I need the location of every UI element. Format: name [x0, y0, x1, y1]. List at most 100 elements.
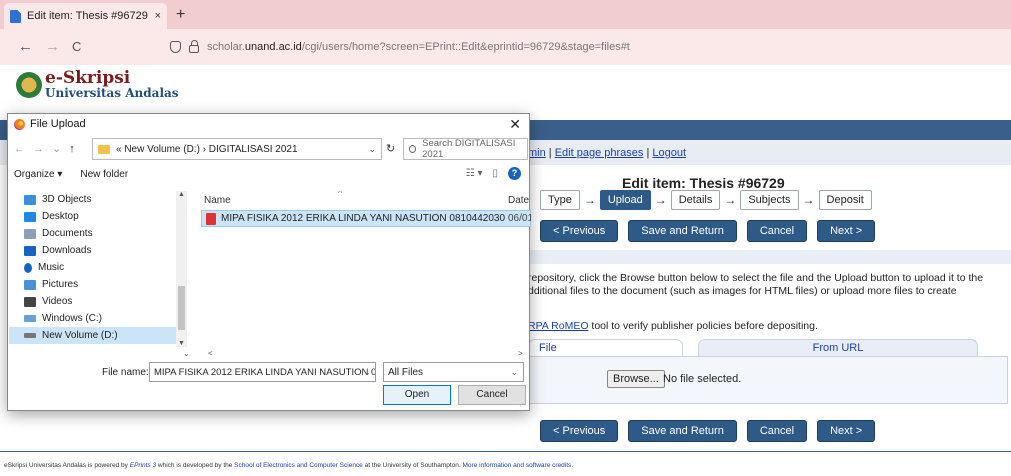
next-button[interactable]: Next > [817, 220, 876, 242]
new-tab-button[interactable]: + [176, 6, 185, 24]
sherpa-romeo-link[interactable]: RPA RoMEO [528, 320, 589, 332]
up-arrow-icon[interactable]: ↑ [69, 143, 75, 155]
next-button[interactable]: Next > [817, 420, 876, 442]
recent-locations-icon[interactable]: ⌄ [52, 142, 61, 155]
previous-button[interactable]: < Previous [540, 220, 619, 242]
back-arrow-icon[interactable]: ← [14, 143, 25, 155]
search-input[interactable]: Search DIGITALISASI 2021 [403, 138, 528, 160]
nav-pane-scrollbar[interactable]: ▲ ▼ [176, 191, 187, 347]
file-upload-dialog: File Upload ✕ ← → ⌄ ↑ « New Volume (D:) … [7, 113, 531, 411]
stage-details[interactable]: Details [670, 190, 721, 210]
save-and-return-button[interactable]: Save and Return [628, 220, 737, 242]
cancel-button[interactable]: Cancel [746, 220, 808, 242]
filename-label: File name: [102, 367, 149, 378]
music-icon [24, 262, 32, 273]
nav-item-3d-objects[interactable]: 3D Objects [9, 191, 187, 208]
lock-icon[interactable] [189, 40, 199, 53]
file-upload-panel: Browse... No file selected. [528, 356, 1008, 404]
open-button[interactable]: Open [383, 385, 451, 405]
path-bar[interactable]: « New Volume (D:) › DIGITALISASI 2021 ⌄ [92, 138, 382, 160]
logo-title: e-Skripsi [45, 68, 131, 88]
filename-input[interactable]: MIPA FISIKA 2012 ERIKA LINDA YANI NASUTI… [149, 362, 376, 382]
address-bar[interactable]: scholar.unand.ac.id/cgi/users/home?scree… [170, 33, 1005, 61]
nav-item-new-volume-d[interactable]: New Volume (D:) [9, 327, 187, 344]
footer-divider [0, 451, 1011, 452]
logo-subtitle: Universitas Andalas [45, 86, 179, 100]
stage-deposit[interactable]: Deposit [818, 190, 872, 210]
scroll-up-icon[interactable]: ▲ [178, 191, 185, 198]
preview-pane-icon[interactable]: ▯ [492, 168, 498, 179]
column-date-modified[interactable]: Date m [508, 195, 531, 206]
path-text: « New Volume (D:) › DIGITALISASI 2021 [116, 143, 298, 155]
scroll-right-icon[interactable]: > [518, 349, 523, 358]
shield-icon[interactable] [170, 41, 181, 53]
forward-arrow-icon[interactable]: → [33, 143, 44, 155]
scroll-left-icon[interactable]: < [208, 349, 213, 358]
file-row[interactable]: MIPA FISIKA 2012 ERIKA LINDA YANI NASUTI… [201, 210, 531, 227]
arrow-right-icon: → [654, 193, 667, 207]
reload-icon[interactable]: C [72, 39, 81, 54]
dialog-cancel-button[interactable]: Cancel [458, 385, 526, 405]
scrollbar-thumb[interactable] [178, 286, 185, 330]
sort-ascending-icon: ^ [338, 191, 343, 198]
nav-item-documents[interactable]: Documents [9, 225, 187, 242]
stage-type[interactable]: Type [540, 190, 580, 210]
refresh-icon[interactable]: ↻ [386, 142, 395, 155]
ecs-link[interactable]: School of Electronics and Computer Scien… [234, 462, 363, 469]
video-icon [24, 296, 36, 307]
credits-link[interactable]: More information and software credits. [463, 462, 574, 469]
save-and-return-button[interactable]: Save and Return [628, 420, 737, 442]
dialog-title: File Upload [30, 118, 86, 130]
organize-menu[interactable]: Organize ▾ [14, 169, 62, 180]
collapse-chevron-icon[interactable]: ⌄ [183, 349, 190, 358]
stage-upload[interactable]: Upload [599, 190, 651, 210]
help-icon[interactable]: ? [508, 167, 521, 180]
site-logo[interactable]: e-Skripsi Universitas Andalas [16, 70, 179, 100]
eprints-link[interactable]: EPrints 3 [130, 462, 156, 469]
tab-close-icon[interactable]: × [155, 10, 161, 22]
browse-button[interactable]: Browse... [607, 370, 665, 388]
tab-from-url[interactable]: From URL [698, 339, 978, 356]
file-date: 06/01/ [508, 213, 531, 224]
edit-page-phrases-link[interactable]: Edit page phrases [555, 147, 644, 159]
file-type-select[interactable]: All Files ⌄ [383, 362, 524, 382]
nav-item-videos[interactable]: Videos [9, 293, 187, 310]
scroll-down-icon[interactable]: ▼ [178, 340, 185, 347]
nav-item-pictures[interactable]: Pictures [9, 276, 187, 293]
previous-button[interactable]: < Previous [540, 420, 619, 442]
page-title: Edit item: Thesis #96729 [622, 175, 785, 191]
tab-file[interactable]: File [528, 339, 683, 356]
browser-tab[interactable]: Edit item: Thesis #96729 - eSkrip × [4, 3, 167, 29]
nav-item-desktop[interactable]: Desktop [9, 208, 187, 225]
cancel-button[interactable]: Cancel [746, 420, 808, 442]
horizontal-scrollbar[interactable]: ⌄ < > [10, 349, 528, 360]
pictures-icon [24, 279, 36, 290]
logout-link[interactable]: Logout [652, 147, 686, 159]
cube-icon [24, 194, 36, 205]
firefox-icon [14, 118, 25, 130]
admin-link[interactable]: min [528, 147, 546, 159]
close-icon[interactable]: ✕ [509, 116, 521, 133]
upload-instructions: repository, click the Browse button belo… [528, 272, 984, 297]
dialog-nav-buttons: ← → ⌄ ↑ [14, 142, 75, 156]
university-seal-icon [16, 72, 42, 98]
chevron-down-icon[interactable]: ⌄ [368, 144, 376, 155]
search-placeholder: Search DIGITALISASI 2021 [422, 138, 516, 160]
browser-toolbar: ← → C scholar.unand.ac.id/cgi/users/home… [0, 29, 1011, 65]
search-icon [409, 145, 417, 153]
forward-arrow-icon[interactable]: → [45, 38, 60, 55]
stage-subjects[interactable]: Subjects [740, 190, 799, 210]
new-folder-button[interactable]: New folder [80, 169, 128, 180]
view-options-icon[interactable]: ☷ ▾ [466, 168, 483, 179]
upload-tabs: File From URL [528, 339, 1008, 356]
back-arrow-icon[interactable]: ← [18, 38, 33, 55]
no-file-label: No file selected. [663, 373, 742, 385]
nav-item-windows-c[interactable]: Windows (C:) [9, 310, 187, 327]
chevron-down-icon[interactable]: ⌄ [363, 367, 371, 378]
column-name[interactable]: Name [204, 195, 231, 206]
resize-grip-icon[interactable]: ⋰ [519, 399, 527, 408]
nav-item-music[interactable]: Music [9, 259, 187, 276]
pdf-file-icon [206, 212, 216, 225]
sherpa-romeo-note: RPA RoMEO tool to verify publisher polic… [528, 320, 818, 332]
nav-item-downloads[interactable]: Downloads [9, 242, 187, 259]
